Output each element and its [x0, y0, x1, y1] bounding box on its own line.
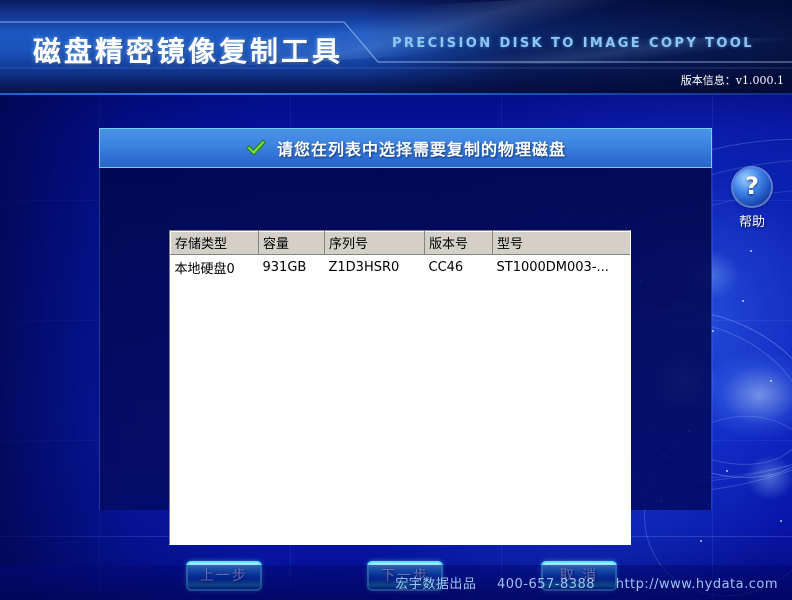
column-header-serial[interactable]: 序列号	[324, 231, 425, 255]
footer-website[interactable]: http://www.hydata.com	[616, 577, 778, 592]
footer-company: 宏宇数据出品	[395, 577, 477, 592]
dialog-body: 存储类型 容量 序列号 版本号 型号 本地硬盘0 931GB Z1D3HSR0	[99, 168, 712, 591]
column-header-capacity[interactable]: 容量	[258, 231, 325, 255]
disk-table: 存储类型 容量 序列号 版本号 型号 本地硬盘0 931GB Z1D3HSR0	[170, 231, 630, 279]
disk-list-panel[interactable]: 存储类型 容量 序列号 版本号 型号 本地硬盘0 931GB Z1D3HSR0	[169, 230, 631, 545]
column-header-model[interactable]: 型号	[492, 231, 630, 255]
help-label: 帮助	[738, 215, 765, 230]
version-label: 版本信息：v1.000.1	[680, 74, 784, 87]
header-bottom-border	[0, 93, 792, 95]
app-title-english: PRECISION DISK TO IMAGE COPY TOOL	[392, 36, 754, 51]
app-title-chinese: 磁盘精密镜像复制工具	[33, 35, 344, 68]
dialog-title: 请您在列表中选择需要复制的物理磁盘	[276, 140, 566, 159]
column-header-firmware[interactable]: 版本号	[424, 231, 493, 255]
disk-selection-dialog: 请您在列表中选择需要复制的物理磁盘 存储类型 容量 序列号 版本号 型号 本地硬…	[99, 128, 712, 591]
question-mark-icon[interactable]: ?	[733, 168, 771, 206]
cell-disk-type: 本地硬盘0	[170, 254, 259, 279]
dialog-header-bar: 请您在列表中选择需要复制的物理磁盘	[99, 128, 712, 168]
column-header-type[interactable]: 存储类型	[170, 231, 259, 255]
help-button[interactable]: ? 帮助	[724, 168, 780, 230]
table-row[interactable]: 本地硬盘0 931GB Z1D3HSR0 CC46 ST1000DM003-..…	[170, 254, 630, 279]
application-window: 磁盘精密镜像复制工具 PRECISION DISK TO IMAGE COPY …	[0, 0, 792, 600]
app-header: 磁盘精密镜像复制工具 PRECISION DISK TO IMAGE COPY …	[0, 0, 792, 95]
footer-phone: 400-657-8388	[496, 577, 596, 592]
table-header-row: 存储类型 容量 序列号 版本号 型号	[170, 231, 630, 255]
question-mark-glyph: ?	[745, 172, 759, 200]
cell-disk-capacity: 931GB	[258, 254, 325, 279]
footer-info: 宏宇数据出品 400-657-8388 http://www.hydata.co…	[395, 573, 778, 592]
cell-disk-serial: Z1D3HSR0	[324, 254, 425, 279]
green-check-icon	[245, 138, 267, 158]
cell-disk-firmware: CC46	[424, 254, 493, 279]
cell-disk-model: ST1000DM003-...	[492, 254, 630, 279]
